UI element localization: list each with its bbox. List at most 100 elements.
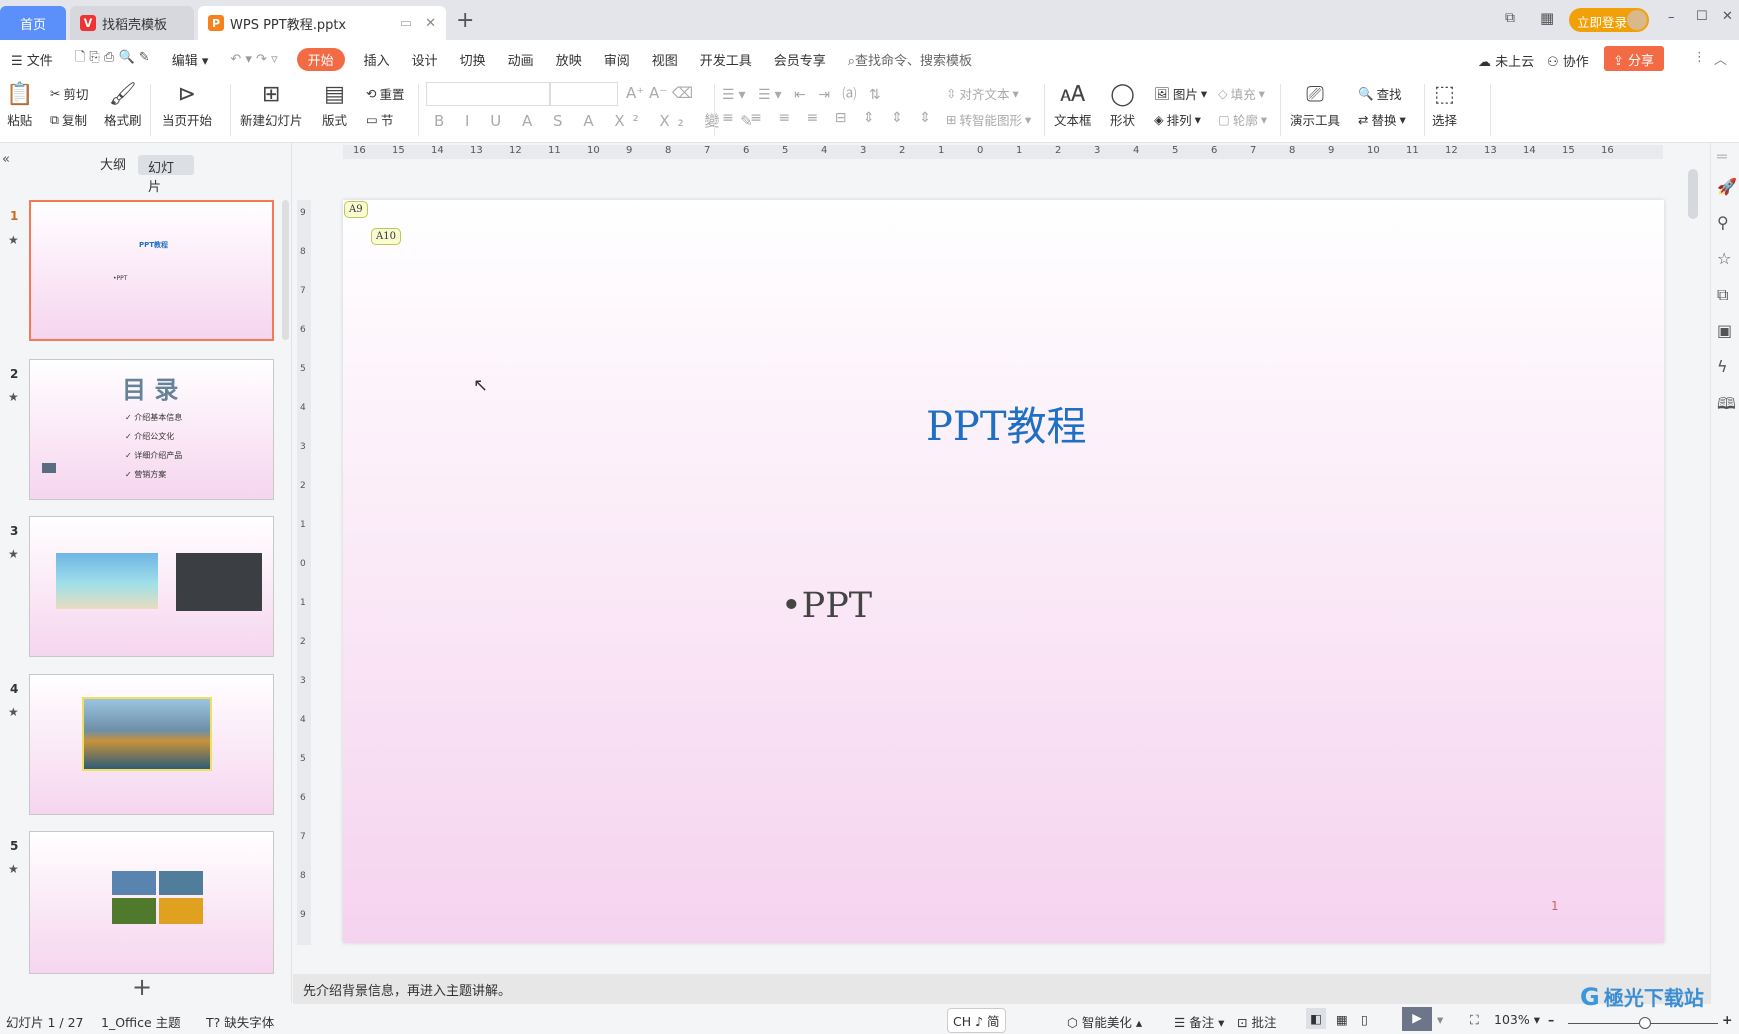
menu-view[interactable]: 视图	[641, 50, 689, 69]
outline-tab[interactable]: 大纲	[100, 154, 126, 173]
minimize-button[interactable]: –	[1668, 10, 1675, 25]
menu-design[interactable]: 设计	[401, 50, 449, 69]
slide-thumbnail-5[interactable]	[29, 831, 274, 974]
pin-icon[interactable]: ▭	[400, 16, 412, 31]
lightning-icon[interactable]: ϟ	[1717, 357, 1728, 376]
login-button[interactable]: 立即登录	[1569, 8, 1649, 32]
collab-button[interactable]: ⚇ 协作	[1547, 51, 1589, 70]
slide-thumbnail-3[interactable]	[29, 516, 274, 657]
slide-thumbnail-1[interactable]: PPT教程 •PPT	[29, 200, 274, 341]
tab-home[interactable]: 首页	[0, 6, 66, 40]
layout-button[interactable]: ▤ 版式	[322, 80, 347, 129]
paragraph-buttons[interactable]: ☰▾ ☰▾ ⇤ ⇥ ⒜ ⇅	[722, 84, 885, 104]
book-search-icon[interactable]: 🕮	[1717, 393, 1736, 420]
tab-template[interactable]: ᐯ 找稻壳模板	[70, 6, 194, 40]
outline-button[interactable]: ▢ 轮廓 ▾	[1218, 110, 1267, 129]
smartart-button[interactable]: ⊞ 转智能图形 ▾	[946, 110, 1031, 129]
reading-view-icon[interactable]: ▯	[1361, 1012, 1368, 1027]
format-painter-button[interactable]: 🖌 格式刷	[104, 80, 142, 129]
menu-insert[interactable]: 插入	[353, 50, 401, 69]
font-style-buttons[interactable]: B I U A S A X² X₂ 變 ✎	[434, 110, 761, 131]
command-search[interactable]: ⌕查找命令、搜索模板	[837, 50, 983, 69]
menu-developer[interactable]: 开发工具	[689, 50, 763, 69]
image-tool-icon[interactable]: ▣	[1717, 321, 1732, 340]
textbox-button[interactable]: 🗚 文本框	[1054, 80, 1092, 129]
copy-button[interactable]: ⧉ 复制	[50, 110, 87, 129]
present-tools-button[interactable]: ⎚ 演示工具	[1290, 80, 1340, 129]
section-button[interactable]: ▭ 节	[366, 110, 393, 129]
grid-view-icon[interactable]: ▦	[1336, 1012, 1348, 1027]
undo-redo[interactable]: ↶ ▾ ↷ ▿	[219, 52, 288, 67]
play-current-button[interactable]: ⊳ 当页开始	[162, 80, 212, 129]
zoom-slider-handle[interactable]	[1638, 1017, 1651, 1029]
menu-start[interactable]: 开始	[296, 47, 345, 71]
font-size-buttons[interactable]: A⁺ A⁻ ⌫	[626, 84, 693, 102]
star-icon[interactable]: ★	[8, 547, 19, 561]
file-menu[interactable]: ☰ 文件	[0, 50, 64, 69]
close-window-button[interactable]: ✕	[1722, 9, 1733, 24]
menu-lines-icon[interactable]: ═	[1717, 147, 1727, 166]
slide-thumbnail-4[interactable]	[29, 674, 274, 815]
beautify-button[interactable]: ⬡ 智能美化 ▴	[1067, 1012, 1142, 1031]
zoom-in-button[interactable]: +	[1722, 1012, 1732, 1027]
normal-view-icon[interactable]: ◧	[1306, 1008, 1326, 1029]
share-button[interactable]: ⇪ 分享	[1604, 46, 1664, 71]
slides-tab[interactable]: 幻灯片	[138, 155, 194, 195]
tab-document[interactable]: P WPS PPT教程.pptx ▭ ✕	[198, 6, 446, 40]
zoom-select[interactable]: 103% ▾	[1494, 1012, 1540, 1027]
arrange-button[interactable]: ◈ 排列 ▾	[1154, 110, 1201, 129]
comment-marker[interactable]: A9	[344, 201, 368, 218]
comment-toggle[interactable]: ⊡ 批注	[1237, 1012, 1276, 1031]
fit-window-icon[interactable]: ⛶	[1470, 1012, 1479, 1028]
zoom-out-button[interactable]: –	[1548, 1012, 1554, 1027]
menu-transition[interactable]: 切换	[449, 50, 497, 69]
quick-access-icons[interactable]: 🗋 ⎘ ⎙ 🔍 ✎	[64, 48, 161, 70]
align-buttons[interactable]: ≡ ≡ ≡ ≡ ⊟ ⇕ ⇕ ⇕	[722, 110, 937, 126]
slide-title[interactable]: PPT教程	[926, 394, 1087, 452]
panel-scrollbar[interactable]	[282, 200, 289, 340]
slide-canvas[interactable]: A9 A10 PPT教程 •PPT 1 ↖	[343, 200, 1664, 943]
find-button[interactable]: 🔍 查找	[1358, 84, 1402, 103]
missing-font-button[interactable]: T? 缺失字体	[206, 1012, 274, 1031]
new-slide-button[interactable]: ⊞ 新建幻灯片	[240, 80, 303, 129]
apps-grid-icon[interactable]: ▦	[1540, 9, 1554, 27]
slide-thumbnail-2[interactable]: 目 录 ✓ 介绍基本信息 ✓ 介绍公文化 ✓ 详细介绍产品 ✓ 营销方案	[29, 359, 274, 500]
cut-button[interactable]: ✂ 剪切	[50, 84, 89, 103]
align-text-button[interactable]: ⇳ 对齐文本 ▾	[946, 84, 1019, 103]
font-family-select[interactable]	[426, 82, 550, 106]
comment-marker[interactable]: A10	[371, 228, 401, 245]
play-button[interactable]: ▶	[1402, 1007, 1432, 1031]
maximize-button[interactable]: ☐	[1696, 9, 1708, 24]
theme-name[interactable]: 1_Office 主题	[101, 1012, 181, 1031]
reset-button[interactable]: ⟲ 重置	[366, 84, 405, 103]
paste-button[interactable]: 📋 粘贴	[6, 80, 33, 129]
star-icon[interactable]: ★	[8, 705, 19, 719]
sliders-icon[interactable]: ⚲	[1717, 213, 1729, 232]
shape-button[interactable]: ◯ 形状	[1110, 80, 1135, 129]
notes-toggle[interactable]: ☰ 备注 ▾	[1174, 1012, 1224, 1031]
more-icon[interactable]: ⋮	[1693, 50, 1706, 65]
star-icon[interactable]: ★	[8, 233, 19, 247]
menu-animation[interactable]: 动画	[497, 50, 545, 69]
collapse-panel-icon[interactable]: «	[2, 152, 10, 167]
select-button[interactable]: ⬚ 选择	[1432, 80, 1457, 129]
ime-indicator[interactable]: CH ♪ 简	[947, 1008, 1006, 1033]
slide-bullet-text[interactable]: •PPT	[781, 586, 872, 626]
star-effect-icon[interactable]: ☆	[1717, 249, 1731, 268]
new-tab-button[interactable]: +	[456, 8, 474, 33]
editor-scrollbar[interactable]	[1688, 169, 1698, 219]
zoom-slider[interactable]	[1568, 1017, 1718, 1029]
speaker-notes[interactable]: 先介绍背景信息，再进入主题讲解。	[293, 974, 1710, 1004]
edit-menu[interactable]: 编辑 ▾	[161, 50, 220, 69]
close-tab-icon[interactable]: ✕	[425, 16, 436, 31]
slide-switch-icon[interactable]: ⧉	[1717, 285, 1728, 305]
play-options-icon[interactable]: ▾	[1437, 1012, 1443, 1027]
font-size-select[interactable]	[550, 82, 618, 106]
menu-slideshow[interactable]: 放映	[545, 50, 593, 69]
replace-button[interactable]: ⇄ 替换 ▾	[1358, 110, 1406, 129]
rocket-icon[interactable]: 🚀	[1717, 177, 1737, 196]
layout-icon[interactable]: ⧉	[1505, 10, 1515, 26]
picture-button[interactable]: 🖼 图片 ▾	[1154, 84, 1207, 103]
cloud-status[interactable]: ☁ 未上云	[1478, 51, 1534, 70]
menu-review[interactable]: 审阅	[593, 50, 641, 69]
